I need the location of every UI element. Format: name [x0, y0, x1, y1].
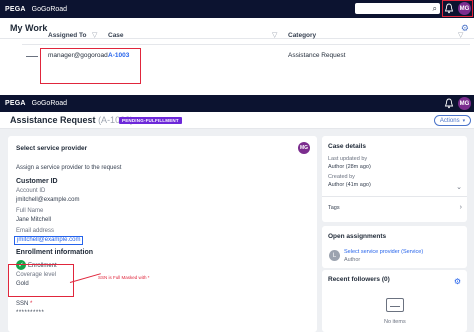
full-name-value: Jane Mitchell [16, 217, 52, 223]
highlight-box-avatar [442, 0, 473, 17]
chevron-right-icon[interactable]: › [460, 204, 462, 211]
created-by-label: Created by [328, 174, 355, 180]
highlight-box-assigned-case [40, 48, 141, 84]
column-category[interactable]: Category [288, 32, 316, 39]
assignment-card: Select service provider MG Assign a serv… [8, 136, 317, 332]
annotation-text: SSN is Full Masked with * [98, 275, 150, 280]
tags-label: Tags [328, 205, 340, 211]
bell-icon[interactable] [444, 98, 454, 109]
last-updated-label: Last updated by [328, 156, 368, 162]
filter-icon[interactable]: ▽ [92, 31, 97, 39]
assignment-link[interactable]: Select service provider (Service) [344, 249, 423, 255]
annotation-arrow [69, 273, 101, 283]
actions-button[interactable]: Actions ▾ [434, 115, 471, 126]
ssn-value: ********** [16, 310, 45, 316]
instruction-text: Assign a service provider to the request [16, 165, 122, 171]
pega-logo[interactable]: PEGA [5, 6, 26, 13]
row-handle [26, 56, 38, 57]
status-badge: PENDING-FULFILLMENT [119, 117, 182, 124]
divider [22, 44, 470, 45]
app-name[interactable]: GoGoRoad [32, 100, 67, 107]
assignment-owner: Author [344, 257, 361, 263]
last-updated-value: Author (28m ago) [328, 164, 371, 170]
filter-icon[interactable]: ▽ [458, 31, 463, 39]
filter-icon[interactable]: ▽ [272, 31, 277, 39]
created-by-value: Author (41m ago) [328, 182, 371, 188]
case-details-heading: Case details [328, 143, 366, 150]
case-type: Assistance Request [10, 115, 96, 125]
actions-label: Actions [439, 117, 460, 124]
pega-logo[interactable]: PEGA [5, 100, 26, 107]
search-icon[interactable]: ⌕ [433, 4, 437, 13]
worklist-header: Assigned To ▽ Case ▽ Category ▽ [22, 29, 470, 43]
gear-icon[interactable]: ⚙ [454, 277, 461, 286]
empty-state-text: No items [384, 319, 406, 325]
case-title: Assistance Request (A-1003) [10, 115, 133, 125]
category-cell: Assistance Request [288, 52, 346, 59]
required-marker: * [30, 301, 33, 307]
account-id-value: jmitchell@example.com [16, 197, 80, 203]
chevron-down-icon: ▾ [462, 117, 466, 124]
case-details-panel: Case details Last updated by Author (28m… [322, 136, 467, 222]
ssn-label-text: SSN [16, 301, 29, 307]
user-avatar[interactable]: MG [458, 97, 471, 110]
chevron-down-icon[interactable]: ⌄ [456, 183, 462, 191]
highlight-box-ssn [8, 264, 74, 297]
inbox-icon [386, 298, 404, 312]
case-header: Assistance Request (A-1003) PENDING-FULF… [0, 112, 474, 129]
customer-id-heading: Customer ID [16, 178, 58, 185]
assignee-avatar[interactable]: MG [298, 142, 310, 154]
account-id-label: Account ID [16, 188, 46, 194]
app-name[interactable]: GoGoRoad [32, 6, 67, 13]
divider [322, 196, 467, 197]
followers-heading: Recent followers (0) [328, 276, 390, 283]
column-assigned-to[interactable]: Assigned To [48, 32, 87, 39]
assignment-title: Select service provider [16, 145, 88, 152]
full-name-label: Full Name [16, 208, 44, 214]
assignment-avatar: L [329, 250, 340, 261]
top-app-header: PEGA GoGoRoad ⌕ MG [0, 0, 474, 18]
open-assignments-panel: Open assignments L Select service provid… [322, 226, 467, 268]
enrollment-heading: Enrollment information [16, 249, 93, 256]
ssn-label: SSN * [16, 301, 32, 307]
email-link[interactable]: jmitchell@example.com [14, 236, 84, 245]
case-app-header: PEGA GoGoRoad MG [0, 95, 474, 112]
email-label: Email address [16, 228, 55, 234]
followers-panel: Recent followers (0) ⚙ No items [322, 270, 467, 332]
search-input[interactable]: ⌕ [355, 3, 440, 14]
open-assignments-heading: Open assignments [328, 233, 387, 240]
column-case[interactable]: Case [108, 32, 124, 39]
